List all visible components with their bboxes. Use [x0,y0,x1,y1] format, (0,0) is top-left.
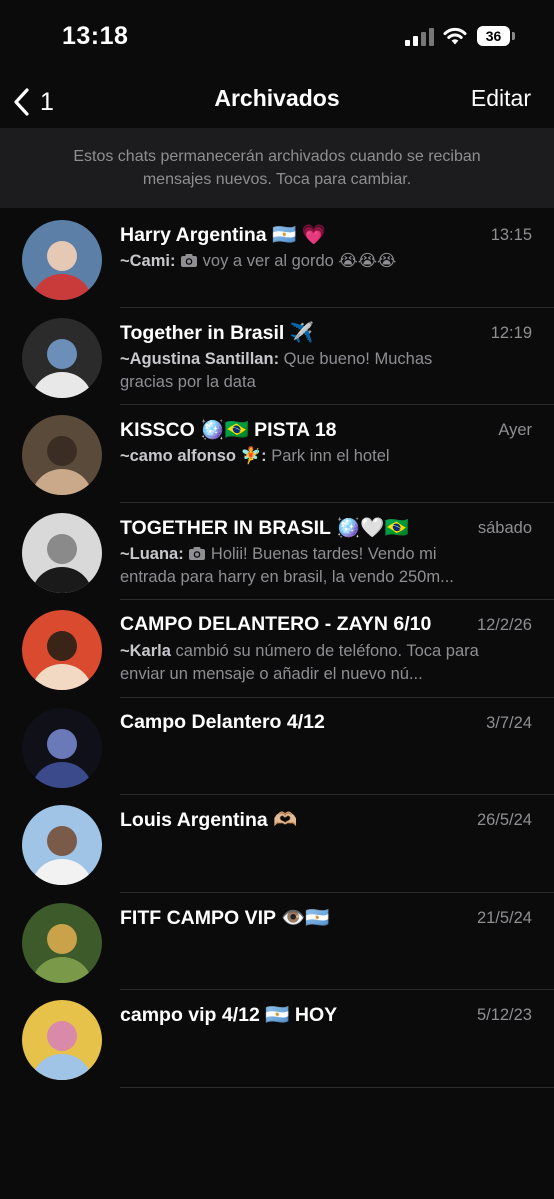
chat-row[interactable]: KISSCO 🪩🇧🇷 PISTA 18 Ayer ~camo alfonso 🧚… [0,405,554,503]
chat-sender: ~Agustina Santillan: [120,349,280,368]
chat-title: FITF CAMPO VIP 👁️🇦🇷 [120,906,330,929]
chat-title: Together in Brasil ✈️ [120,321,315,344]
chat-time: 5/12/23 [476,1006,532,1024]
avatar[interactable] [22,707,102,788]
chat-time: 12/2/26 [476,616,532,634]
edit-button[interactable]: Editar [471,85,531,112]
avatar[interactable] [22,512,102,593]
chat-time: 12:19 [490,323,532,342]
chat-preview-text: voy a ver al gordo 😭😭😭 [202,252,397,270]
chat-row[interactable]: CAMPO DELANTERO - ZAYN 6/10 12/2/26 ~Kar… [0,600,554,698]
avatar[interactable] [22,220,102,300]
chat-preview: ~Luana: Holii! Buenas tardes! Vendo mi e… [120,543,490,589]
chat-row[interactable]: Together in Brasil ✈️ 12:19 ~Agustina Sa… [0,308,554,405]
avatar[interactable] [22,1000,102,1080]
chat-title: TOGETHER IN BRASIL 🪩🤍🇧🇷 [120,516,409,539]
battery-level: 36 [477,26,510,46]
chat-preview-text: Park inn el hotel [271,447,390,465]
chat-preview: ~camo alfonso 🧚: Park inn el hotel [120,445,490,468]
avatar[interactable] [22,415,102,495]
chat-time: 13:15 [490,226,532,244]
navigation-bar: 1 Archivados Editar [0,74,554,128]
chat-preview: ~Karla cambió su número de teléfono. Toc… [120,640,490,686]
archive-info-banner[interactable]: Estos chats permanecerán archivados cuan… [0,128,554,208]
banner-line-2: mensajes nuevos. Toca para cambiar. [142,171,412,188]
chat-row[interactable]: Harry Argentina 🇦🇷 💗 13:15 ~Cami: voy a … [0,210,554,308]
chat-preview: ~Cami: voy a ver al gordo 😭😭😭 [120,250,490,273]
chat-preview: ~Agustina Santillan: Que bueno! Muchas g… [120,348,490,394]
wifi-icon [443,27,467,45]
avatar[interactable] [22,902,102,983]
chat-title: Louis Argentina 🫶🏼 [120,809,298,831]
chat-row[interactable]: Louis Argentina 🫶🏼 26/5/24 [0,795,554,893]
avatar[interactable] [22,317,102,398]
status-bar: 13:18 36 [0,0,554,74]
chat-time: sábado [477,518,532,537]
chat-row[interactable]: TOGETHER IN BRASIL 🪩🤍🇧🇷 sábado ~Luana: H… [0,503,554,600]
chat-sender: ~Karla [120,642,171,660]
chat-title: CAMPO DELANTERO - ZAYN 6/10 [120,613,432,635]
chat-title: Harry Argentina 🇦🇷 💗 [120,224,327,246]
avatar[interactable] [22,610,102,690]
chat-time: 26/5/24 [476,811,532,829]
chat-row[interactable]: campo vip 4/12 🇦🇷 HOY 5/12/23 [0,990,554,1088]
chat-title: campo vip 4/12 🇦🇷 HOY [120,1004,338,1026]
divider [120,1086,554,1088]
chat-sender: ~Luana: [120,544,184,563]
chat-row[interactable]: Campo Delantero 4/12 3/7/24 [0,698,554,795]
banner-line-1: Estos chats permanecerán archivados cuan… [73,148,481,165]
battery-icon: 36 [477,26,515,46]
avatar[interactable] [22,805,102,885]
chat-list: Harry Argentina 🇦🇷 💗 13:15 ~Cami: voy a … [0,210,554,1088]
chat-row[interactable]: FITF CAMPO VIP 👁️🇦🇷 21/5/24 [0,893,554,990]
chat-title: Campo Delantero 4/12 [120,710,325,733]
chat-time: Ayer [498,421,532,439]
camera-icon [189,546,206,560]
chat-time: 21/5/24 [476,908,532,927]
chat-sender: ~camo alfonso 🧚: [120,447,267,465]
chat-title: KISSCO 🪩🇧🇷 PISTA 18 [120,419,337,441]
chat-sender: ~Cami: [120,252,176,270]
status-time: 13:18 [62,22,129,50]
chat-time: 3/7/24 [486,713,532,732]
chat-preview-text: cambió su número de teléfono. Toca para … [120,642,479,683]
cellular-signal-icon [405,28,435,46]
camera-icon [181,254,198,267]
